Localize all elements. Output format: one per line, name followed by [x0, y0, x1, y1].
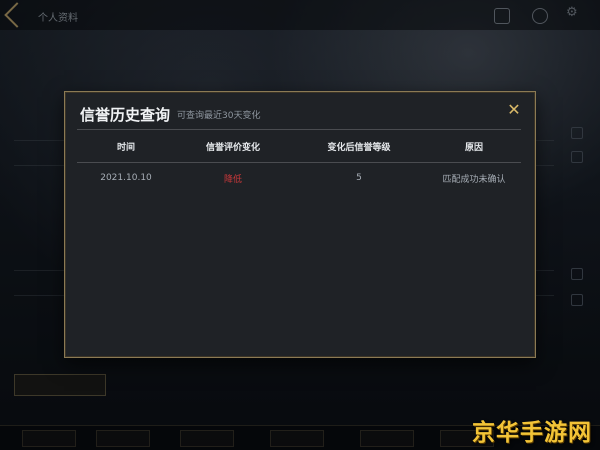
credit-history-table: 时间 信誉评价变化 变化后信誉等级 原因 2021.10.10 降低 5 匹配成…: [77, 130, 521, 193]
cell-level: 5: [356, 173, 362, 183]
close-icon[interactable]: ✕: [506, 102, 522, 118]
column-header-level: 变化后信誉等级: [327, 142, 391, 153]
cell-time: 2021.10.10: [100, 173, 152, 183]
cell-reason: 匹配成功未确认: [442, 174, 506, 185]
cell-change: 降低: [223, 174, 242, 185]
dialog-title: 信誉历史查询: [80, 106, 171, 124]
dialog-subtitle: 可查询最近30天变化: [177, 111, 261, 121]
column-header-reason: 原因: [464, 142, 483, 153]
table-header: 时间 信誉评价变化 变化后信誉等级 原因: [77, 130, 521, 163]
watermark-logo: 京华手游网: [472, 420, 592, 446]
credit-history-dialog: 信誉历史查询 可查询最近30天变化 ✕ 时间 信誉评价变化 变化后信誉等级 原因…: [64, 91, 536, 358]
column-header-change: 信誉评价变化: [205, 142, 260, 153]
column-header-time: 时间: [116, 142, 135, 153]
table-row: 2021.10.10 降低 5 匹配成功未确认: [77, 163, 521, 193]
